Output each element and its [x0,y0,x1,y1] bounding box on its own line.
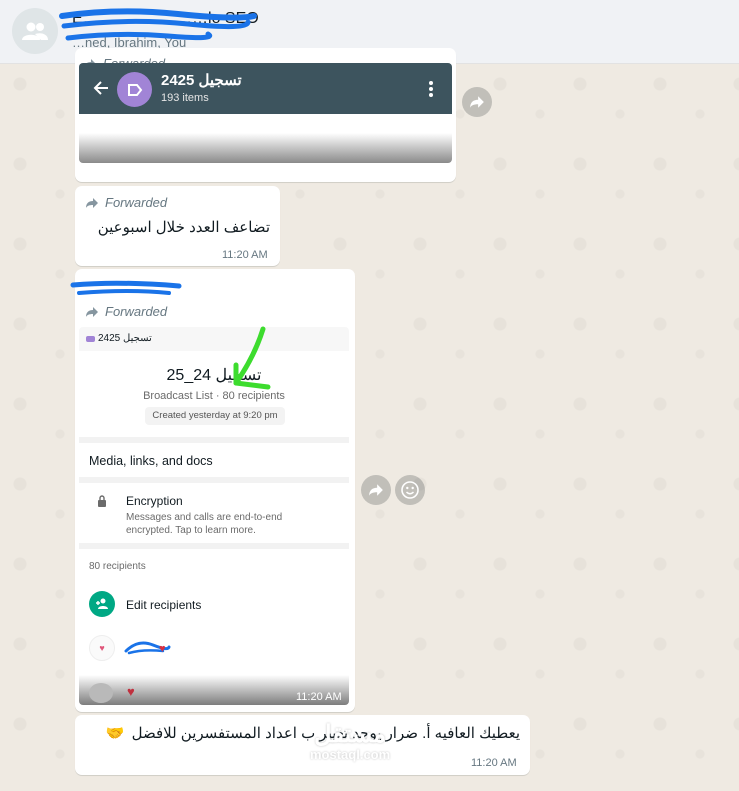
broadcast-subtitle: Broadcast List · 80 recipients [143,390,285,402]
forward-icon [369,484,383,496]
forwarded-label: Forwarded [85,304,167,319]
message-time: 11:20 AM [222,249,268,261]
handshake-emoji: 🤝 [105,725,125,742]
forward-icon [86,306,98,317]
emoji-icon [401,481,419,499]
message-bubble-broadcast-screenshot[interactable]: Forwarded تسجيل 2425 تسجيل 24_25 Broadca… [70,269,355,712]
forwarded-label: Forwarded [85,195,167,210]
divider [79,437,349,443]
edit-recipients[interactable]: Edit recipients [126,598,201,612]
label-name: تسجيل 2425 [161,72,242,89]
broadcast-title: تسجيل 24_25 [166,367,262,384]
created-chip: Created yesterday at 9:20 pm [145,407,285,425]
recipients-count: 80 recipients [89,561,146,572]
label-item-count: 193 items [161,92,209,104]
back-arrow-icon [93,81,108,95]
message-time: 11:20 AM [471,757,517,769]
footer-avatar [89,683,113,703]
divider [79,543,349,549]
forward-icon [470,96,484,108]
tag-row: تسجيل 2425 [79,327,349,351]
lock-icon [98,495,106,507]
message-bubble-text[interactable]: Forwarded تضاعف العدد خلال اسبوعين 11:20… [75,186,280,266]
forward-button[interactable] [462,87,492,117]
media-links-docs[interactable]: Media, links, and docs [89,454,213,468]
screenshot-fade [79,133,452,163]
tag-label: تسجيل 2425 [98,333,152,344]
label-icon [117,72,152,107]
recipient-avatar: ♥ [89,635,115,661]
more-vert-icon [429,81,433,97]
message-time: 11:20 AM [296,691,342,703]
message-text: تضاعف العدد خلال اسبوعين [97,219,270,236]
tag-dot [86,336,95,342]
heart-icon: ♥ [127,684,135,699]
mostaql-watermark: مستقل mostaql.com [310,721,391,762]
chat-title[interactable]: E… …… …… ……lo SEO [72,10,259,28]
label-app-bar: تسجيل 2425 193 items [79,63,452,114]
label-screenshot[interactable]: تسجيل 2425 193 items [79,63,452,163]
heart-icon: ♥ [159,643,166,655]
forward-icon [86,197,98,208]
forward-button[interactable] [361,475,391,505]
message-bubble-text[interactable]: يعطيك العافيه أ. ضرار يوجد تغيير ب اعداد… [75,715,530,775]
message-time: 11:20 AM [398,162,444,174]
group-avatar-icon[interactable] [12,8,58,54]
encryption-title[interactable]: Encryption [126,494,183,508]
broadcast-info-screenshot[interactable]: تسجيل 2425 تسجيل 24_25 Broadcast List · … [79,327,349,705]
message-bubble-label-screenshot[interactable]: Forwarded تسجيل 2425 193 items 11:20 AM [75,48,456,182]
divider [79,477,349,483]
add-person-icon [89,591,115,617]
redaction-scribble [70,280,182,295]
encryption-desc-2: encrypted. Tap to learn more. [126,525,256,536]
encryption-desc-1: Messages and calls are end-to-end [126,512,283,523]
react-button[interactable] [395,475,425,505]
